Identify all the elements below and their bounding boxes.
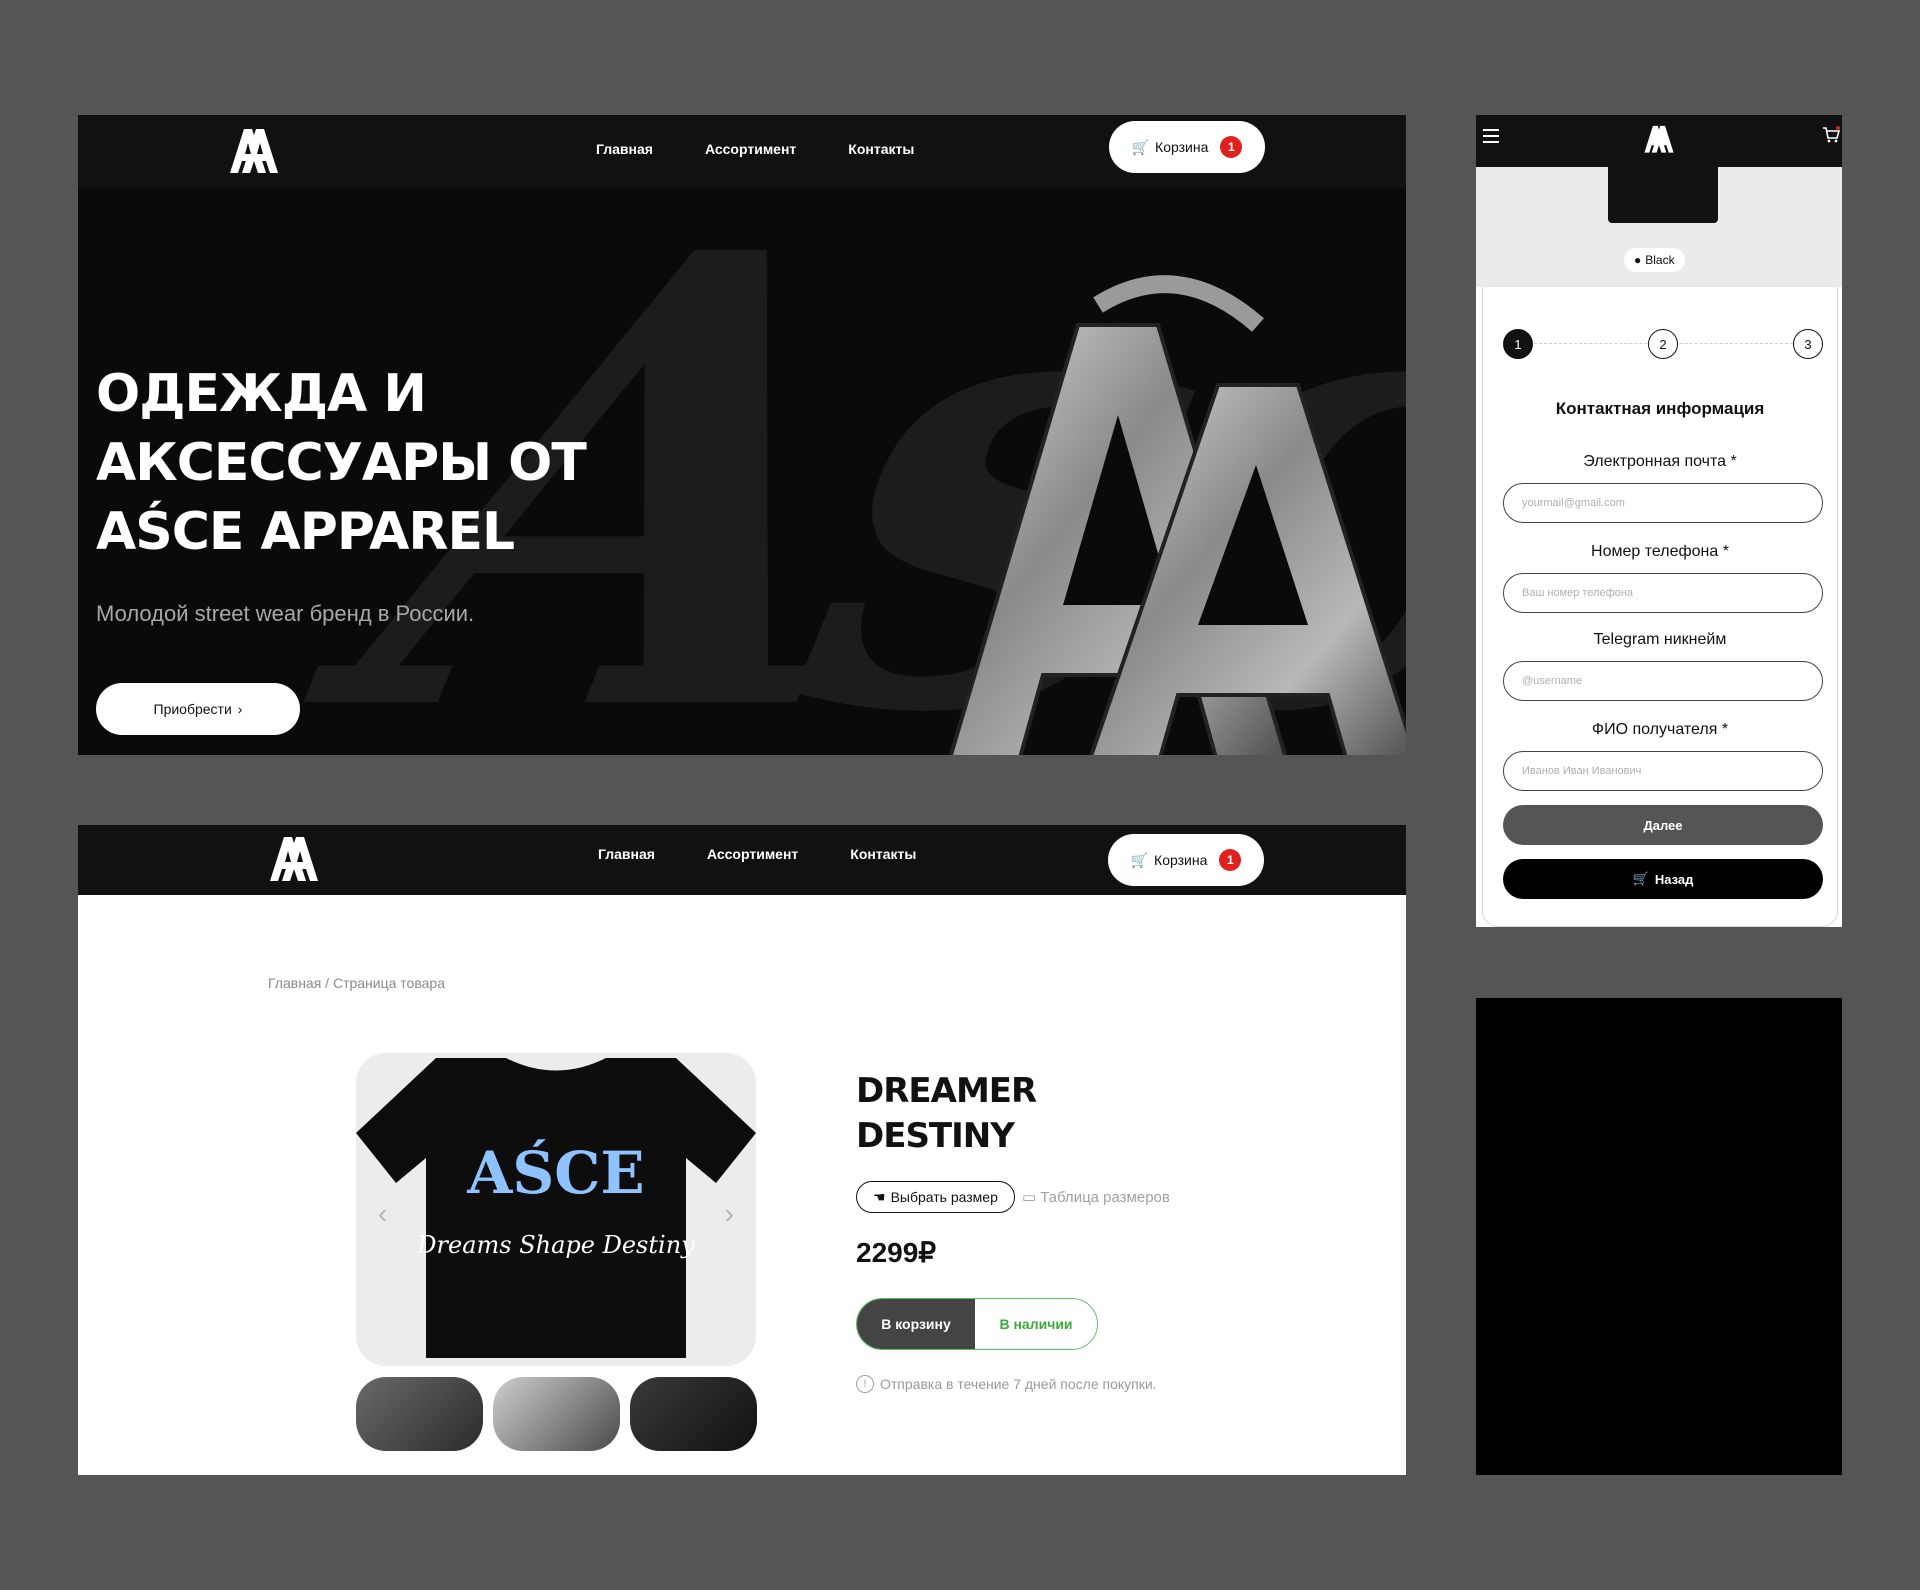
ruler-icon: ▭ <box>1022 1189 1037 1206</box>
nav-link-contacts[interactable]: Контакты <box>848 141 914 157</box>
tshirt-print-text: Dreams Shape Destiny <box>416 1231 695 1259</box>
product-image-gallery: AŚCE Dreams Shape Destiny ‹ › <box>356 1053 756 1366</box>
buy-now-label: Приобрести <box>153 701 232 717</box>
cart-count-badge: 1 <box>1220 136 1243 158</box>
top-navbar: Главная Ассортимент Контакты 🛒 Корзина 1 <box>78 825 1406 895</box>
add-to-cart-button[interactable]: В корзину <box>857 1299 975 1349</box>
nav-link-home[interactable]: Главная <box>596 141 653 157</box>
product-tshirt-image: AŚCE Dreams Shape Destiny <box>356 1058 756 1358</box>
cart-icon: 🛒 <box>1131 138 1150 155</box>
next-button[interactable]: Далее <box>1503 805 1823 845</box>
cart-icon: 🛒 <box>1632 871 1649 886</box>
select-size-button[interactable]: ☚ Выбрать размер <box>856 1181 1015 1213</box>
chevron-right-icon[interactable]: › <box>725 1198 734 1230</box>
main-nav: Главная Ассортимент Контакты <box>598 846 916 862</box>
hand-icon: ☚ <box>873 1188 886 1205</box>
telegram-label: Telegram никнейм <box>1593 631 1727 648</box>
thumbnail-2[interactable] <box>493 1377 620 1451</box>
thumbnail-3[interactable] <box>630 1377 757 1451</box>
phone-label: Номер телефона * <box>1591 543 1729 560</box>
info-icon: ! <box>856 1375 874 1393</box>
hero-title: ОДЕЖДА И АКСЕССУАРЫ ОТ AŚCE APPAREL <box>96 364 587 562</box>
hero-subtitle: Молодой street wear бренд в России. <box>96 601 475 626</box>
fullname-field[interactable] <box>1503 751 1823 791</box>
contact-form-card: 1 2 3 Контактная информация Электронная … <box>1482 287 1838 927</box>
email-field[interactable] <box>1503 483 1823 523</box>
cart-count-badge: 1 <box>1219 849 1242 871</box>
hero-3d-logo <box>948 275 1406 755</box>
nav-link-catalog[interactable]: Ассортимент <box>707 846 798 862</box>
select-size-label: Выбрать размер <box>890 1189 998 1205</box>
top-navbar: Главная Ассортимент Контакты 🛒 Корзина 1 <box>78 115 1406 188</box>
stock-status: В наличии <box>975 1299 1097 1349</box>
tshirt-print-logo: AŚCE <box>466 1139 644 1207</box>
step-1[interactable]: 1 <box>1503 329 1533 359</box>
thumbnail-strip <box>356 1377 757 1451</box>
nav-link-catalog[interactable]: Ассортимент <box>705 141 796 157</box>
size-chart-link[interactable]: ▭ Таблица размеров <box>1022 1188 1170 1207</box>
product-title: DREAMER DESTINY <box>856 1071 1037 1156</box>
step-2[interactable]: 2 <box>1648 329 1678 359</box>
cart-label: Корзина <box>1155 139 1209 155</box>
brand-logo[interactable] <box>1642 121 1676 155</box>
color-dot-icon: ● <box>1634 253 1642 267</box>
mobile-tshirt-image <box>1608 165 1718 223</box>
brand-logo[interactable] <box>266 829 322 885</box>
mobile-product-image: ● Black <box>1476 165 1842 287</box>
email-label: Электронная почта * <box>1583 453 1737 470</box>
color-chip[interactable]: ● Black <box>1624 248 1685 272</box>
cart-button[interactable]: 🛒 Корзина 1 <box>1108 834 1264 886</box>
cart-icon: 🛒 <box>1130 851 1149 868</box>
telegram-field[interactable] <box>1503 661 1823 701</box>
size-chart-label: Таблица размеров <box>1040 1188 1170 1206</box>
form-heading: Контактная информация <box>1555 399 1765 418</box>
phone-field[interactable] <box>1503 573 1823 613</box>
product-price: 2299₽ <box>856 1237 937 1268</box>
hero-screen: Asce Главная Ассортимент Контакты 🛒 Корз… <box>78 115 1406 755</box>
step-3[interactable]: 3 <box>1793 329 1823 359</box>
back-button[interactable]: 🛒 Назад <box>1503 859 1823 899</box>
shipping-note: ! Отправка в течение 7 дней после покупк… <box>856 1375 1157 1393</box>
buy-group: В корзину В наличии <box>856 1298 1098 1350</box>
back-label: Назад <box>1654 871 1694 887</box>
fullname-label: ФИО получателя * <box>1591 721 1729 738</box>
shipping-note-text: Отправка в течение 7 дней после покупки. <box>880 1376 1157 1392</box>
main-nav: Главная Ассортимент Контакты <box>596 141 914 157</box>
thumbnail-1[interactable] <box>356 1377 483 1451</box>
nav-link-contacts[interactable]: Контакты <box>850 846 916 862</box>
product-screen: Главная Ассортимент Контакты 🛒 Корзина 1… <box>78 825 1406 1475</box>
breadcrumb[interactable]: Главная / Страница товара <box>268 975 445 991</box>
mobile-navbar <box>1476 115 1842 167</box>
color-label: Black <box>1645 253 1675 267</box>
cart-icon[interactable] <box>1822 126 1840 144</box>
brand-logo[interactable] <box>226 121 282 177</box>
cart-label: Корзина <box>1154 852 1208 868</box>
chevron-right-icon: › <box>237 701 243 717</box>
buy-now-button[interactable]: Приобрести › <box>96 683 300 735</box>
hamburger-menu-icon[interactable] <box>1483 129 1499 143</box>
blank-black-panel <box>1476 998 1842 1475</box>
chevron-left-icon[interactable]: ‹ <box>378 1198 387 1230</box>
mobile-checkout-screen: ● Black 1 2 3 Контактная информация Элек… <box>1476 115 1842 927</box>
nav-link-home[interactable]: Главная <box>598 846 655 862</box>
cart-button[interactable]: 🛒 Корзина 1 <box>1109 121 1265 173</box>
